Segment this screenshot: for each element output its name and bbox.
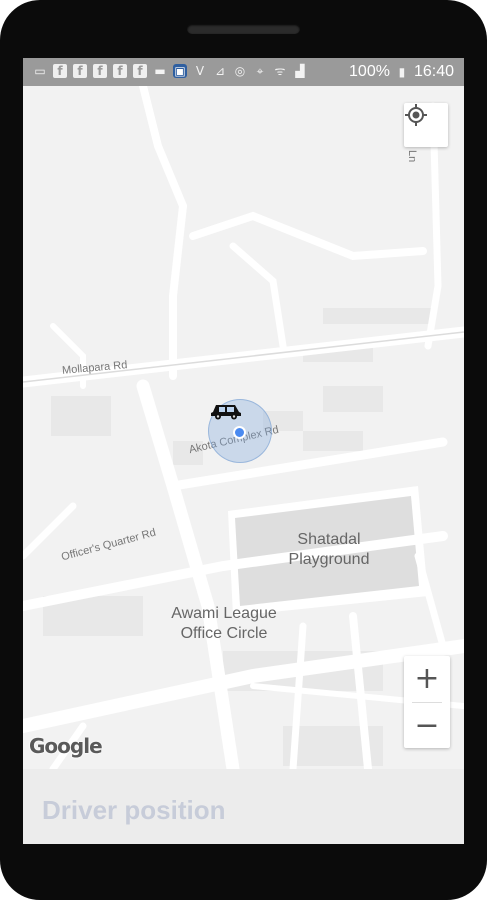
signal-icon: ▟ bbox=[295, 64, 305, 78]
road bbox=[169, 202, 187, 380]
vpn-icon: V bbox=[195, 64, 205, 78]
zoom-controls: + − bbox=[404, 656, 450, 748]
my-location-button[interactable] bbox=[404, 103, 448, 147]
bottom-panel: Driver position bbox=[23, 769, 464, 844]
map-block bbox=[323, 308, 433, 324]
phone-frame: ▭ f f f f f ▬ ▣ V ⊿ ◎ ⌖ ᯤ ▟ 100% ▮ 16:40 bbox=[0, 0, 487, 900]
zoom-out-button[interactable]: − bbox=[404, 703, 450, 748]
message-icon: ▭ bbox=[34, 64, 46, 78]
car-icon bbox=[211, 405, 241, 420]
notification-icons: ▭ f f f f f ▬ ▣ V ⊿ ◎ ⌖ ᯤ ▟ bbox=[33, 64, 307, 78]
map-block bbox=[51, 396, 111, 436]
screen: ▭ f f f f f ▬ ▣ V ⊿ ◎ ⌖ ᯤ ▟ 100% ▮ 16:40 bbox=[23, 58, 464, 844]
crosshair-icon bbox=[405, 104, 427, 126]
facebook-icon: f bbox=[53, 64, 67, 78]
reader-icon: ▣ bbox=[173, 64, 187, 78]
battery-icon: ▮ bbox=[398, 65, 406, 79]
status-right: 100% ▮ 16:40 bbox=[349, 64, 454, 80]
zoom-in-button[interactable]: + bbox=[404, 656, 450, 701]
chat-icon: ▬ bbox=[154, 64, 166, 78]
road bbox=[414, 552, 447, 650]
facebook-icon: f bbox=[113, 64, 127, 78]
speaker-grille bbox=[187, 24, 300, 34]
road bbox=[23, 502, 77, 560]
poi-shatadal-playground: Shatadal Playground bbox=[288, 531, 370, 568]
google-logo[interactable]: Google bbox=[29, 734, 103, 758]
road bbox=[189, 211, 427, 261]
map-view[interactable]: Mollapara Rd Akota Complex Rd Officer's … bbox=[23, 86, 464, 769]
nfc-icon: ⊿ bbox=[214, 64, 226, 78]
facebook-icon: f bbox=[93, 64, 107, 78]
battery-percent: 100% bbox=[349, 63, 390, 80]
current-location-dot bbox=[233, 426, 246, 439]
wifi-icon: ᯤ bbox=[274, 64, 286, 78]
map-block bbox=[323, 386, 383, 412]
map-block bbox=[303, 431, 363, 451]
road bbox=[229, 242, 287, 350]
hotspot-icon: ◎ bbox=[234, 64, 246, 78]
driver-position-title: Driver position bbox=[42, 795, 226, 825]
facebook-icon: f bbox=[133, 64, 147, 78]
clock: 16:40 bbox=[413, 63, 454, 80]
poi-awami-league: Awami League Office Circle bbox=[171, 605, 277, 642]
facebook-icon: f bbox=[73, 64, 87, 78]
location-icon: ⌖ bbox=[256, 64, 264, 78]
driver-marker[interactable] bbox=[208, 399, 272, 463]
road bbox=[139, 86, 187, 210]
status-bar: ▭ f f f f f ▬ ▣ V ⊿ ◎ ⌖ ᯤ ▟ 100% ▮ 16:40 bbox=[23, 58, 464, 86]
